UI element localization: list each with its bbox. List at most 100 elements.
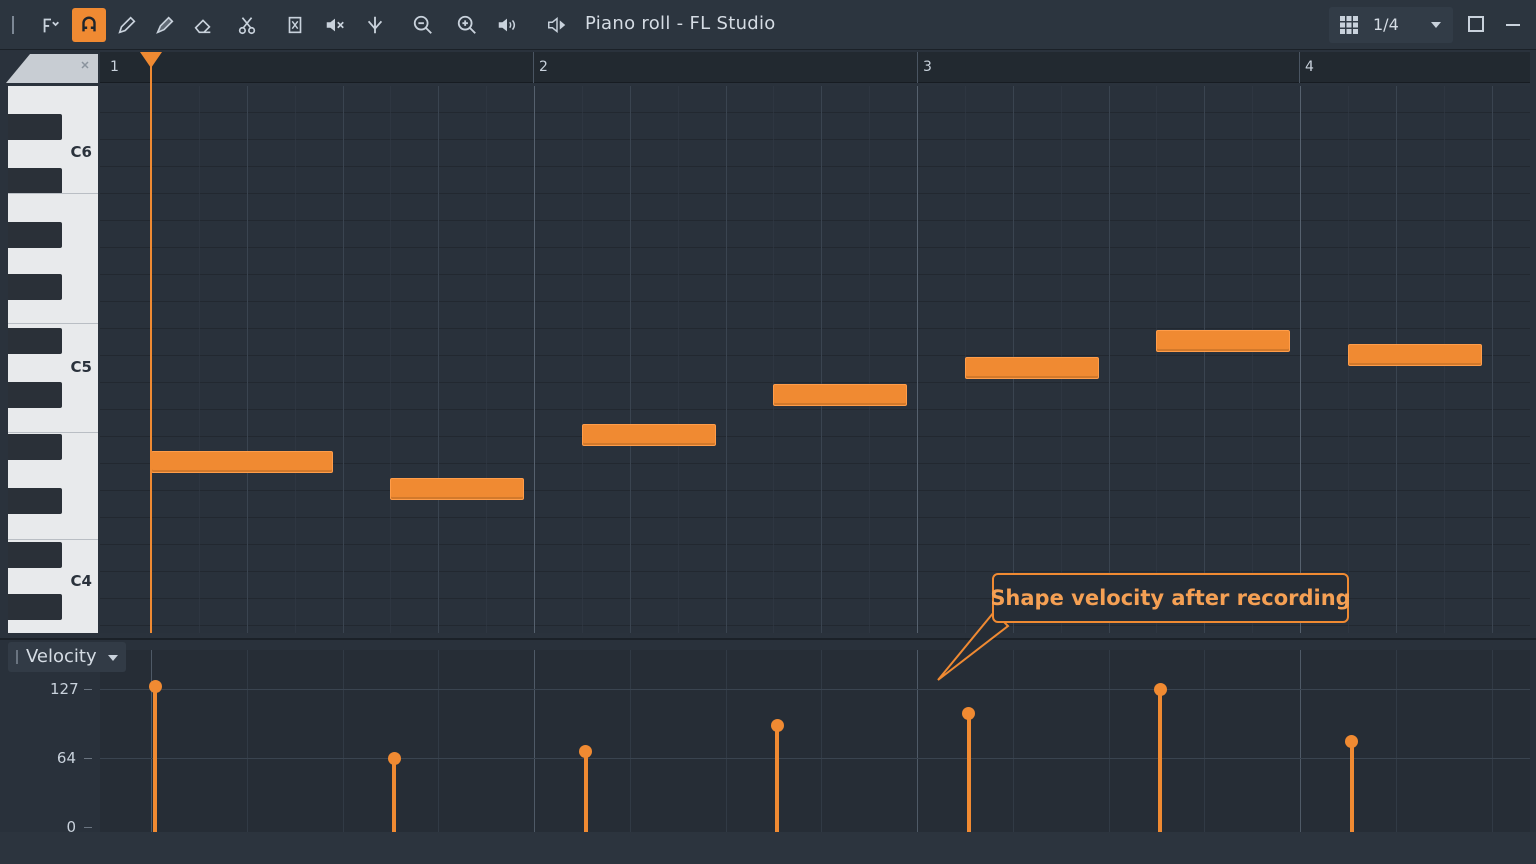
black-key[interactable] [8, 168, 62, 194]
step-gridline [1252, 86, 1253, 633]
velocity-stem[interactable] [392, 758, 396, 832]
keyboard-corner-tab[interactable] [6, 52, 98, 83]
velocity-gridline [1013, 650, 1014, 832]
piano-roll-menu-icon [43, 18, 59, 33]
velocity-gridline [438, 650, 439, 832]
zoom-in-button[interactable] [450, 8, 484, 42]
step-gridline [486, 86, 487, 633]
velocity-stem[interactable] [153, 686, 157, 832]
timeline-ruler[interactable]: 1 2 3 4 [100, 52, 1530, 83]
velocity-gridline [1300, 650, 1301, 832]
bar-gridline [534, 86, 535, 633]
beat-gridline [1204, 86, 1205, 633]
slice-button[interactable] [230, 8, 264, 42]
black-key[interactable] [8, 274, 62, 300]
toolbar: Piano roll - FL Studio 1/4 [0, 0, 1536, 50]
velocity-handle[interactable] [962, 707, 975, 720]
velocity-handle[interactable] [149, 680, 162, 693]
black-key[interactable] [8, 222, 62, 248]
note[interactable] [773, 384, 907, 406]
black-key[interactable] [8, 594, 62, 620]
note[interactable] [1156, 330, 1290, 352]
zoom-in-icon [457, 15, 476, 34]
paint-button[interactable] [148, 8, 182, 42]
bar-gridline [917, 86, 918, 633]
velocity-level-line [100, 758, 1530, 759]
black-key[interactable] [8, 114, 62, 140]
black-key[interactable] [8, 542, 62, 568]
draw-button[interactable] [110, 8, 144, 42]
black-key[interactable] [8, 488, 62, 514]
velocity-gridline [821, 650, 822, 832]
velocity-handle[interactable] [579, 745, 592, 758]
velocity-handle[interactable] [1154, 683, 1167, 696]
step-gridline [773, 86, 774, 633]
velocity-handle[interactable] [388, 752, 401, 765]
select-button[interactable] [278, 8, 312, 42]
slip-button[interactable] [358, 8, 392, 42]
beat-gridline [726, 86, 727, 633]
bar-number: 1 [110, 59, 119, 75]
velocity-stem[interactable] [775, 725, 779, 832]
erase-button[interactable] [186, 8, 220, 42]
playhead-marker[interactable] [140, 52, 162, 68]
snap-selector[interactable]: 1/4 [1329, 7, 1453, 43]
black-key[interactable] [8, 434, 62, 460]
velocity-gridline [726, 650, 727, 832]
velocity-stem[interactable] [1158, 689, 1162, 832]
velocity-gridline [917, 650, 918, 832]
velocity-handle[interactable] [771, 719, 784, 732]
velocity-gridline [1204, 650, 1205, 832]
note[interactable] [390, 478, 524, 500]
velocity-stem[interactable] [967, 714, 971, 832]
step-gridline [869, 86, 870, 633]
speaker-icon [498, 18, 516, 32]
octave-label-c4: C4 [70, 572, 92, 590]
mute-button[interactable] [318, 8, 352, 42]
key-divider [8, 193, 98, 194]
black-key[interactable] [8, 382, 62, 408]
zoom-icon [413, 15, 432, 34]
velocity-tick-label: 127 [50, 680, 79, 698]
maximize-icon[interactable] [1468, 16, 1484, 32]
bar-tick [917, 52, 918, 83]
scissors-icon [238, 17, 256, 35]
beat-gridline [343, 86, 344, 633]
note[interactable] [1348, 344, 1482, 366]
piano-keyboard[interactable]: C6 C5 C4 [8, 86, 98, 633]
speaker-preview-button[interactable] [540, 8, 574, 42]
velocity-tick-label: 64 [56, 749, 76, 767]
callout-text: Shape velocity after recording [990, 586, 1351, 610]
minimize-icon[interactable] [1506, 24, 1520, 26]
toolbar-grip[interactable] [12, 16, 14, 34]
note[interactable] [965, 357, 1099, 379]
note-grid[interactable] [100, 86, 1530, 633]
note[interactable] [582, 424, 716, 446]
playback-button[interactable] [490, 8, 524, 42]
velocity-tickmark [84, 758, 92, 759]
brush-icon [156, 16, 174, 34]
bar-number: 4 [1305, 59, 1314, 75]
velocity-handle[interactable] [1345, 735, 1358, 748]
beat-gridline [821, 86, 822, 633]
velocity-lane[interactable] [100, 650, 1530, 832]
note[interactable] [151, 451, 333, 473]
velocity-gridline [1109, 650, 1110, 832]
key-divider [8, 539, 98, 540]
velocity-gridline [247, 650, 248, 832]
piano-roll-menu-button[interactable] [34, 8, 68, 42]
beat-gridline [247, 86, 248, 633]
event-selector[interactable]: Velocity [8, 642, 126, 672]
tip-callout: Shape velocity after recording [990, 573, 1351, 623]
step-gridline [1156, 86, 1157, 633]
beat-gridline [438, 86, 439, 633]
black-key[interactable] [8, 328, 62, 354]
zoom-button[interactable] [406, 8, 440, 42]
magnet-button[interactable] [72, 8, 106, 42]
velocity-stem[interactable] [1350, 741, 1354, 832]
grid-icon [1340, 16, 1358, 34]
velocity-stem[interactable] [584, 752, 588, 832]
magnet-icon [82, 16, 96, 32]
select-icon [288, 16, 302, 34]
playhead[interactable] [150, 52, 152, 633]
